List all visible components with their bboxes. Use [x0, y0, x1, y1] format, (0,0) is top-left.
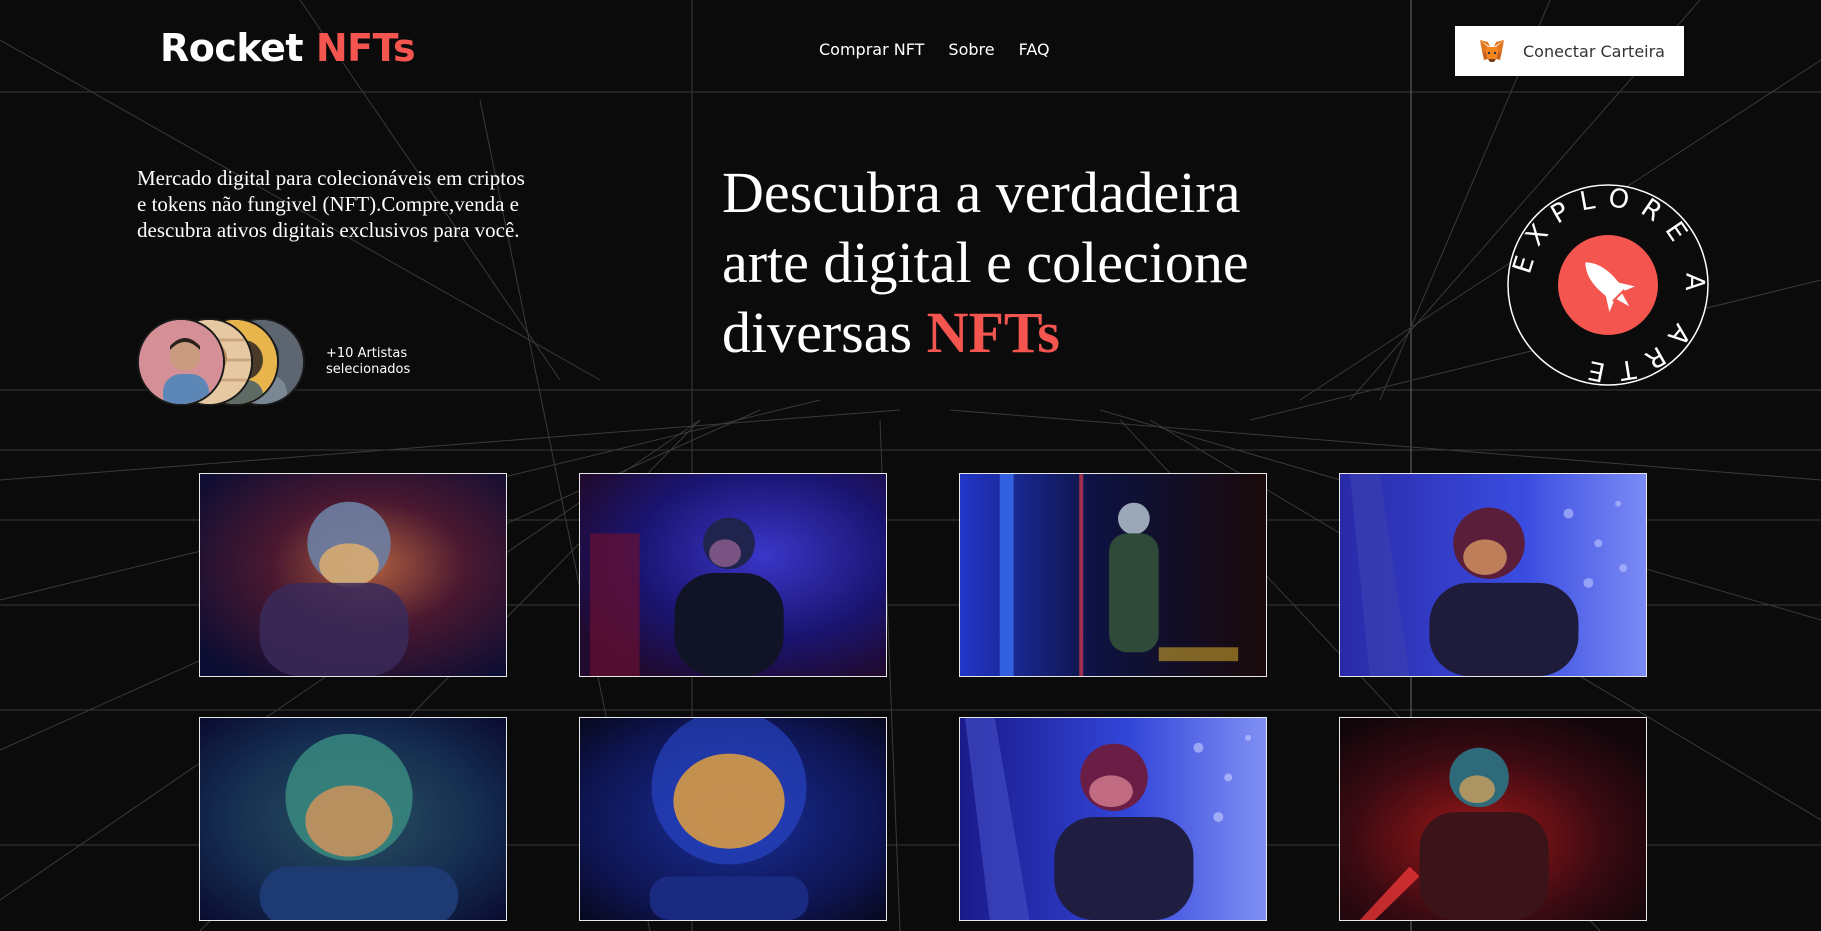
nft-card[interactable] [959, 473, 1267, 677]
nav-item-comprar-nft[interactable]: Comprar NFT [819, 40, 924, 59]
explore-art-badge[interactable]: EXPLORE A ARTE [1505, 182, 1711, 388]
nft-card[interactable] [1339, 473, 1647, 677]
brand-logo[interactable]: Rocket NFTs [160, 26, 416, 70]
headline-accent: NFTs [926, 300, 1060, 365]
nft-card[interactable] [959, 717, 1267, 921]
main-nav: Comprar NFT Sobre FAQ [819, 40, 1050, 59]
nft-card[interactable] [579, 717, 887, 921]
brand-accent: NFTs [315, 26, 416, 70]
headline-line-3: diversas [722, 300, 927, 365]
nft-card[interactable] [199, 473, 507, 677]
connect-wallet-label: Conectar Carteira [1523, 41, 1665, 61]
avatar [137, 318, 225, 406]
artists-count-label: +10 Artistas selecionados [326, 346, 411, 377]
headline-line-1: Descubra a verdadeira [722, 160, 1241, 225]
connect-wallet-button[interactable]: Conectar Carteira [1455, 26, 1684, 76]
nav-item-sobre[interactable]: Sobre [948, 40, 994, 59]
nft-gallery [199, 473, 1647, 921]
brand-name: Rocket [160, 26, 304, 70]
fox-icon [1477, 36, 1507, 66]
intro-text: Mercado digital para colecionáveis em cr… [137, 166, 525, 242]
headline-line-2: arte digital e colecione [722, 230, 1249, 295]
nft-card[interactable] [199, 717, 507, 921]
nft-card[interactable] [1339, 717, 1647, 921]
hero-headline: Descubra a verdadeira arte digital e col… [722, 158, 1322, 368]
artist-avatars [137, 318, 307, 406]
nav-item-faq[interactable]: FAQ [1019, 40, 1050, 59]
nft-card[interactable] [579, 473, 887, 677]
